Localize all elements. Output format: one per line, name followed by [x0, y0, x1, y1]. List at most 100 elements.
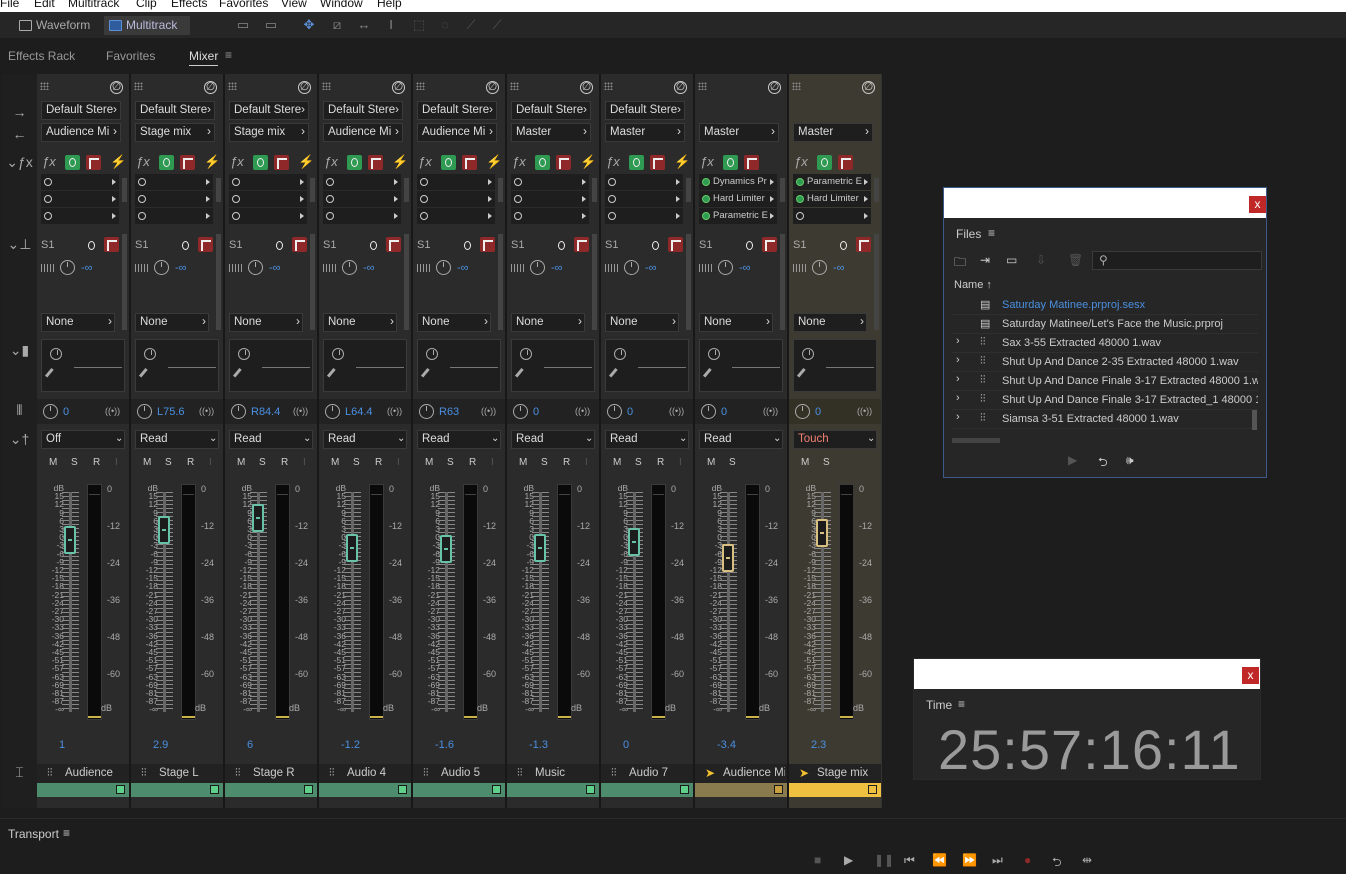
pan-knob[interactable] [513, 404, 528, 419]
eq-edit-icon[interactable] [514, 367, 530, 383]
eq-power-button[interactable] [614, 348, 626, 360]
new-file-icon[interactable]: ▭ [1006, 253, 1017, 267]
input-monitor-button[interactable]: I [585, 457, 588, 468]
track-color-bar[interactable] [789, 783, 881, 797]
fast-forward-icon[interactable]: ⏩ [962, 853, 977, 867]
track-name[interactable]: Audience [65, 767, 127, 779]
track-name[interactable]: Audience Mi [723, 767, 785, 779]
automation-mode-select[interactable]: Read [229, 430, 313, 449]
automation-mode-select[interactable]: Read [699, 430, 783, 449]
send-prefader-button[interactable] [480, 237, 495, 252]
channel-grip-icon[interactable] [40, 82, 49, 90]
fx-power-button[interactable] [347, 155, 362, 170]
eq-power-button[interactable] [332, 348, 344, 360]
fx-slot[interactable]: Parametric E [699, 208, 777, 224]
mute-button[interactable]: M [425, 457, 433, 468]
mute-button[interactable]: M [801, 457, 809, 468]
track-color-swatch[interactable] [868, 785, 877, 794]
file-row[interactable]: ⫶⫶ › Shut Up And Dance 2-35 Extracted 4800… [952, 353, 1258, 372]
fx-scrollbar[interactable] [498, 178, 503, 202]
send-prefader-button[interactable] [668, 237, 683, 252]
channel-grip-icon[interactable] [792, 82, 801, 90]
volume-fader[interactable] [346, 533, 358, 562]
file-row[interactable]: ⫶⫶ › Sax 3-55 Extracted 48000 1.wav [952, 334, 1258, 353]
track-color-bar[interactable] [601, 783, 693, 797]
fx-power-button[interactable] [629, 155, 644, 170]
eq-edit-icon[interactable] [702, 367, 718, 383]
fx-prerender-icon[interactable]: ⚡ [674, 154, 690, 170]
record-arm-button[interactable]: R [281, 457, 288, 468]
record-arm-button[interactable]: R [469, 457, 476, 468]
fx-slot[interactable] [41, 191, 119, 207]
track-name[interactable]: Stage mix [817, 767, 879, 779]
send-bus-select[interactable]: None [323, 313, 397, 332]
menu-item-effects[interactable]: Effects [171, 0, 207, 10]
solo-button[interactable]: S [71, 457, 78, 468]
pause-icon[interactable]: ❚❚ [874, 853, 894, 867]
stereo-width-icon[interactable]: ((•)) [387, 406, 402, 416]
input-monitor-button[interactable]: I [209, 457, 212, 468]
fx-prefader-button[interactable] [180, 155, 195, 170]
eq-edit-icon[interactable] [138, 367, 154, 383]
file-row[interactable]: ⫶⫶ › Siamsa 3-51 Extracted 48000 1.wav [952, 410, 1258, 429]
fx-slot[interactable] [229, 191, 307, 207]
fx-scrollbar[interactable] [780, 178, 785, 202]
send-power-button[interactable] [835, 237, 850, 252]
delete-icon[interactable]: 🗑 [1068, 253, 1083, 267]
fx-slot[interactable] [417, 191, 495, 207]
move-to-previous-icon[interactable]: ⏮ [904, 853, 915, 868]
fx-slot[interactable] [135, 174, 213, 190]
eq-graph[interactable] [605, 339, 689, 392]
expand-chevron-icon[interactable]: › [956, 335, 960, 347]
volume-fader[interactable] [816, 518, 828, 547]
solo-button[interactable]: S [165, 457, 172, 468]
fx-power-button[interactable] [817, 155, 832, 170]
input-select[interactable]: Default Stere [511, 101, 591, 120]
send-bus-select[interactable]: None [699, 313, 773, 332]
eq-edit-icon[interactable] [232, 367, 248, 383]
fx-prefader-button[interactable] [650, 155, 665, 170]
send-bus-select[interactable]: None [605, 313, 679, 332]
name-column-header[interactable]: Name ↑ [954, 279, 992, 291]
input-select[interactable]: Default Stere [135, 101, 215, 120]
fx-prefader-button[interactable] [744, 155, 759, 170]
track-color-swatch[interactable] [774, 785, 783, 794]
record-arm-button[interactable]: R [657, 457, 664, 468]
send-scrollbar[interactable] [122, 234, 127, 330]
expand-chevron-icon[interactable]: › [956, 354, 960, 366]
insert-into-multitrack-icon[interactable]: ⇩ [1036, 253, 1046, 267]
track-color-swatch[interactable] [304, 785, 313, 794]
track-color-bar[interactable] [37, 783, 129, 797]
fx-scrollbar[interactable] [592, 178, 597, 202]
send-level-knob[interactable] [718, 260, 733, 275]
menu-item-edit[interactable]: Edit [34, 0, 55, 10]
import-file-icon[interactable]: ⇥ [980, 253, 990, 267]
send-bus-select[interactable]: None [229, 313, 303, 332]
input-monitor-button[interactable]: I [303, 457, 306, 468]
send-scrollbar[interactable] [686, 234, 691, 330]
play-icon[interactable]: ▶ [844, 853, 853, 867]
fx-prerender-icon[interactable]: ⚡ [204, 154, 220, 170]
output-select[interactable]: Master [605, 123, 685, 142]
input-select[interactable]: Default Stere [417, 101, 497, 120]
mixer-menu-icon[interactable]: ≡ [225, 48, 232, 62]
track-name[interactable]: Audio 4 [347, 767, 409, 779]
eq-power-button[interactable] [238, 348, 250, 360]
channel-grip-icon[interactable] [322, 82, 331, 90]
send-prefader-button[interactable] [104, 237, 119, 252]
solo-button[interactable]: S [541, 457, 548, 468]
sends-section-toggle-icon[interactable]: ⌄⊥ [2, 236, 37, 253]
stereo-width-icon[interactable]: ((•)) [857, 406, 872, 416]
output-select[interactable]: Audience Mi [41, 123, 121, 142]
eq-edit-icon[interactable] [420, 367, 436, 383]
input-monitor-button[interactable]: I [115, 457, 118, 468]
track-color-bar[interactable] [695, 783, 787, 797]
menu-item-view[interactable]: View [281, 0, 307, 10]
fx-power-button[interactable] [723, 155, 738, 170]
send-bus-select[interactable]: None [41, 313, 115, 332]
fx-slot[interactable] [135, 208, 213, 224]
file-row[interactable]: ▤ Saturday Matinee/Let's Face the Music.p… [952, 315, 1258, 334]
automation-mode-select[interactable]: Read [135, 430, 219, 449]
output-select[interactable]: Master [511, 123, 591, 142]
loop-playback-icon[interactable]: ⮌ [1052, 853, 1062, 874]
